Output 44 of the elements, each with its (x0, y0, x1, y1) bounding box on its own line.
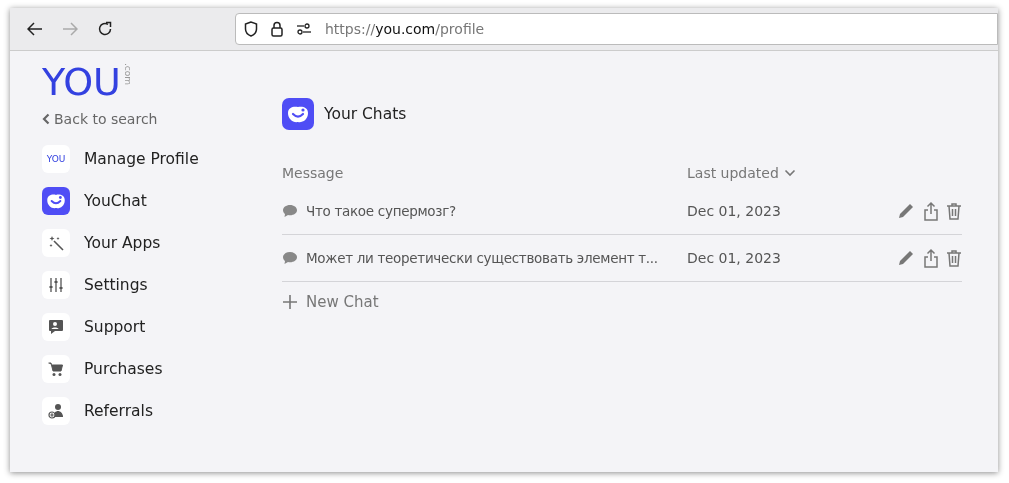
column-header: Message (282, 165, 345, 181)
chat-title-link[interactable]: Может ли теоретически существовать элемент т... (306, 250, 658, 266)
trash-icon[interactable] (946, 249, 962, 267)
sidebar-item[interactable]: Purchases (42, 355, 282, 383)
sidebar-item[interactable]: Referrals (42, 397, 282, 425)
share-icon[interactable] (923, 248, 939, 268)
sidebar-item[interactable]: Support (42, 313, 282, 341)
cart-icon (42, 355, 70, 383)
speech-person-icon (42, 313, 70, 341)
address-bar[interactable]: https://you.com/profile (235, 13, 998, 45)
sliders-icon (42, 271, 70, 299)
plus-icon (282, 294, 298, 310)
trash-icon[interactable] (946, 202, 962, 220)
back-icon[interactable] (27, 22, 43, 36)
reload-icon[interactable] (97, 21, 113, 37)
section-title: Your Chats (324, 105, 407, 123)
smile-bubble-icon (42, 187, 70, 215)
lock-icon[interactable] (271, 21, 283, 37)
date-text: Dec 01, 2023 (687, 203, 781, 219)
chat-title-link[interactable]: Что такое супермозг? (306, 203, 456, 219)
sidebar-item[interactable]: Your Apps (42, 229, 282, 257)
shield-icon[interactable] (244, 21, 258, 37)
chevron-left-icon (42, 113, 50, 125)
logo-suffix: .com (122, 63, 133, 86)
share-icon[interactable] (923, 201, 939, 221)
person-plus-icon (42, 397, 70, 425)
sidebar-item[interactable]: Settings (42, 271, 282, 299)
url-text: https://you.com/profile (325, 21, 485, 37)
sidebar-item[interactable]: YouChat (42, 187, 282, 215)
back-link[interactable]: Back to search (42, 111, 158, 127)
new-chat-button[interactable]: New Chat (282, 293, 379, 311)
pencil-icon[interactable] (896, 248, 916, 268)
sidebar-item[interactable]: YOU Manage Profile (42, 145, 282, 173)
date-text: Dec 01, 2023 (687, 250, 781, 266)
logo[interactable]: YOU (42, 63, 121, 101)
sort-header[interactable]: Last updated (687, 165, 796, 181)
permissions-icon[interactable] (296, 23, 312, 35)
pencil-icon[interactable] (896, 201, 916, 221)
sparkle-wand-icon (42, 229, 70, 257)
speech-bubble-icon (282, 251, 298, 265)
logo-tile-icon: YOU (42, 145, 70, 173)
speech-bubble-icon (282, 204, 298, 218)
chevron-down-icon (783, 169, 796, 177)
smile-bubble-icon (282, 98, 314, 130)
